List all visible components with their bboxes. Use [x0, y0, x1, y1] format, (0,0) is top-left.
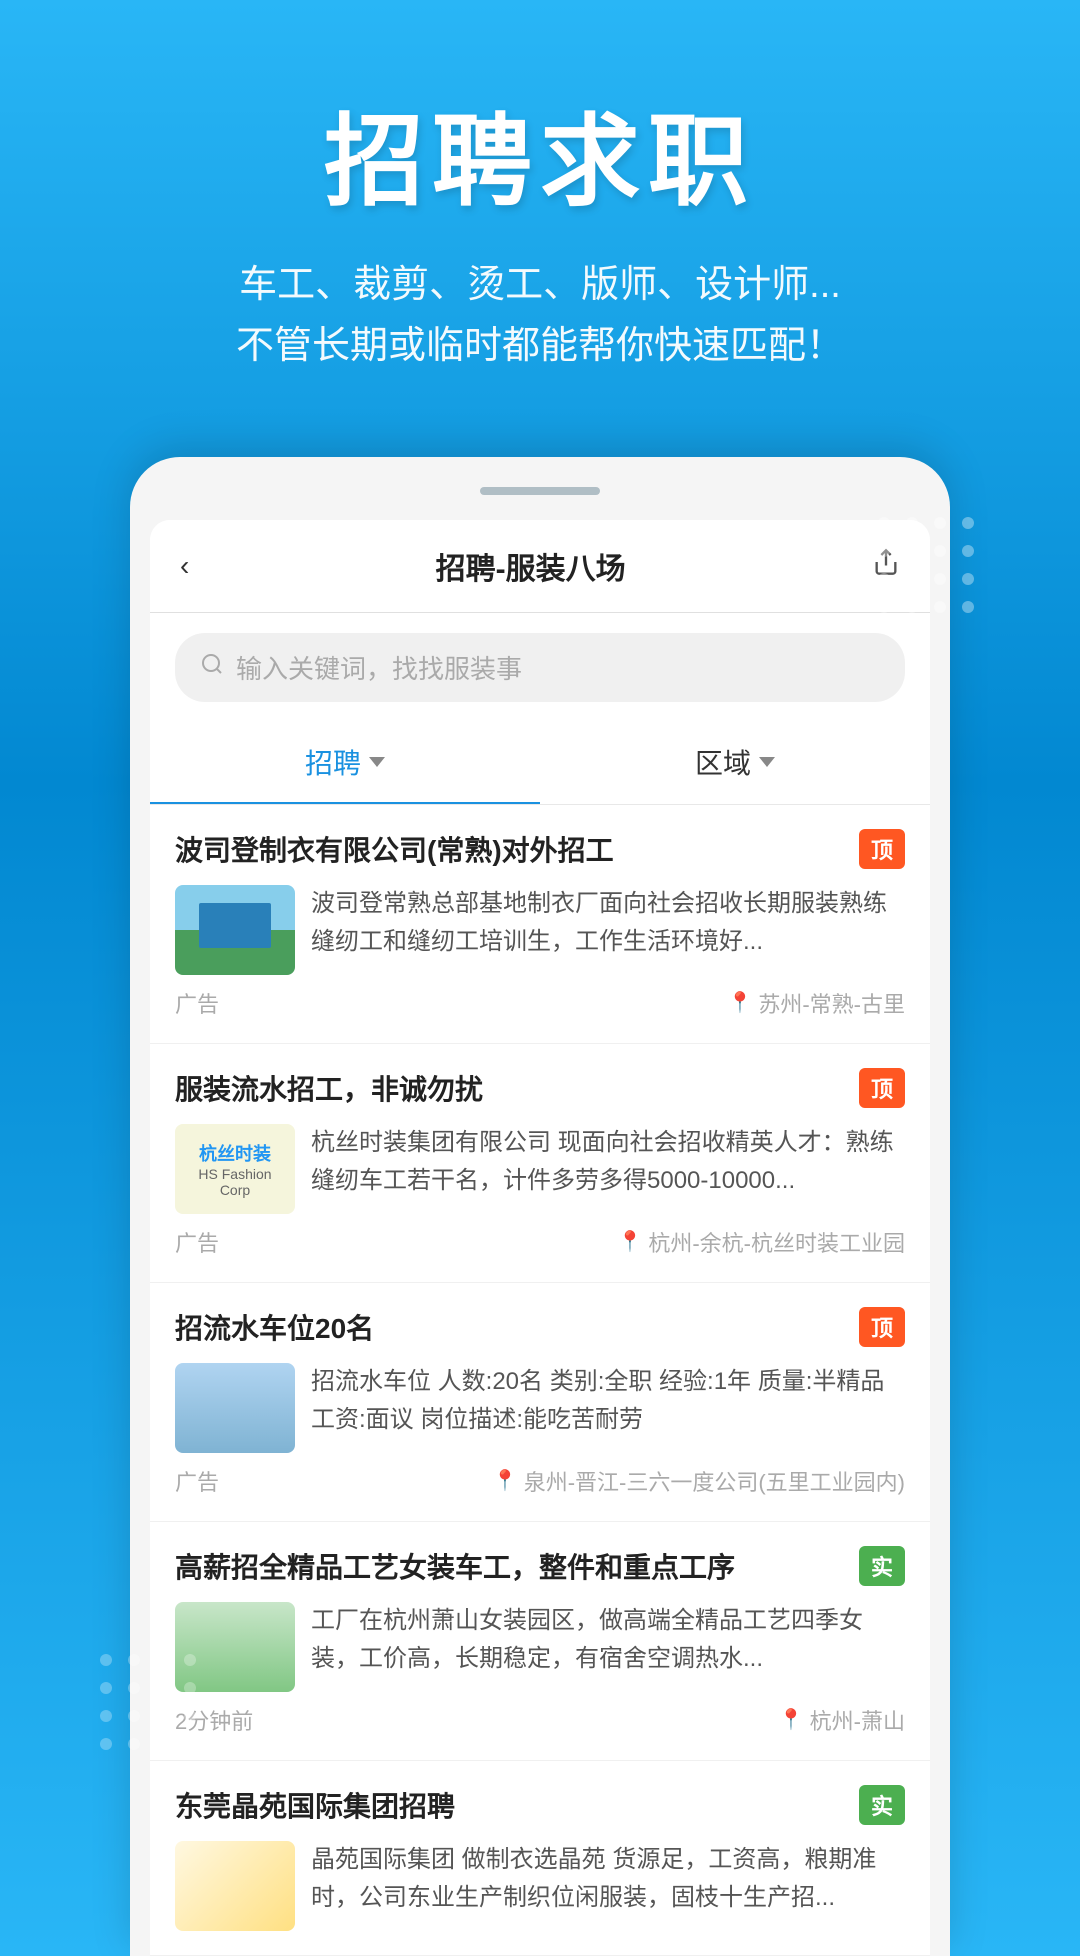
- decorative-dots-right: [878, 517, 980, 619]
- job-image: [175, 885, 295, 975]
- job-location: 📍 苏州-常熟-古里: [727, 987, 905, 1019]
- list-item[interactable]: 高薪招全精品工艺女装车工，整件和重点工序 实 工厂在杭州萧山女装园区，做高端全精…: [150, 1522, 930, 1761]
- job-location: 📍 泉州-晋江-三六一度公司(五里工业园内): [493, 1465, 905, 1497]
- tab-region-label: 区域: [695, 742, 751, 782]
- hero-subtitle-line2: 不管长期或临时都能帮你快速匹配！: [60, 316, 1020, 377]
- filter-tabs: 招聘 区域: [150, 722, 930, 805]
- job-card-header: 服装流水招工，非诚勿扰 顶: [175, 1068, 905, 1108]
- location-text: 泉州-晋江-三六一度公司(五里工业园内): [524, 1465, 905, 1497]
- job-body: 杭丝时装 HS Fashion Corp 杭丝时装集团有限公司 现面向社会招收精…: [175, 1124, 905, 1214]
- job-location: 📍 杭州-余杭-杭丝时装工业园: [617, 1226, 905, 1258]
- list-item[interactable]: 服装流水招工，非诚勿扰 顶 杭丝时装 HS Fashion Corp 杭丝时装集…: [150, 1044, 930, 1283]
- screen-header: ‹ 招聘-服装八场: [150, 520, 930, 613]
- top-badge: 顶: [859, 829, 905, 869]
- job-description: 工厂在杭州萧山女装园区，做高端全精品工艺四季女装，工价高，长期稳定，有宿舍空调热…: [311, 1602, 905, 1679]
- top-badge: 顶: [859, 1068, 905, 1108]
- app-screen: ‹ 招聘-服装八场 输入关键词，找找服装事: [150, 520, 930, 1956]
- job-footer: 广告 📍 泉州-晋江-三六一度公司(五里工业园内): [175, 1465, 905, 1497]
- location-icon: 📍: [493, 1468, 518, 1493]
- location-text: 杭州-余杭-杭丝时装工业园: [648, 1226, 905, 1258]
- job-card-header: 招流水车位20名 顶: [175, 1307, 905, 1347]
- chevron-down-icon: [759, 757, 775, 767]
- location-icon: 📍: [727, 990, 752, 1015]
- job-card-header: 波司登制衣有限公司(常熟)对外招工 顶: [175, 829, 905, 869]
- back-button[interactable]: ‹: [180, 550, 189, 582]
- list-item[interactable]: 招流水车位20名 顶 招流水车位 人数:20名 类别:全职 经验:1年 质量:半…: [150, 1283, 930, 1522]
- hero-subtitle-line1: 车工、裁剪、烫工、版师、设计师...: [60, 255, 1020, 316]
- job-title: 招流水车位20名: [175, 1307, 849, 1347]
- tab-region[interactable]: 区域: [540, 722, 930, 804]
- ad-label: 广告: [175, 1465, 219, 1497]
- screen-title: 招聘-服装八场: [436, 544, 626, 588]
- hero-section: 招聘求职 车工、裁剪、烫工、版师、设计师... 不管长期或临时都能帮你快速匹配！: [0, 0, 1080, 417]
- location-icon: 📍: [617, 1229, 642, 1254]
- search-placeholder: 输入关键词，找找服装事: [236, 649, 522, 686]
- job-footer: 广告 📍 苏州-常熟-古里: [175, 987, 905, 1019]
- job-description: 波司登常熟总部基地制衣厂面向社会招收长期服装熟练缝纫工和缝纫工培训生，工作生活环…: [311, 885, 905, 962]
- brand-text: 杭丝时装: [183, 1140, 287, 1166]
- job-body: 工厂在杭州萧山女装园区，做高端全精品工艺四季女装，工价高，长期稳定，有宿舍空调热…: [175, 1602, 905, 1692]
- brand-subtext: HS Fashion Corp: [183, 1166, 287, 1198]
- search-icon: [200, 652, 224, 683]
- job-image: [175, 1841, 295, 1931]
- search-bar[interactable]: 输入关键词，找找服装事: [175, 633, 905, 702]
- location-text: 杭州-萧山: [810, 1704, 905, 1736]
- location-text: 苏州-常熟-古里: [758, 987, 905, 1019]
- chevron-down-icon: [369, 757, 385, 767]
- job-card-header: 高薪招全精品工艺女装车工，整件和重点工序 实: [175, 1546, 905, 1586]
- hero-subtitle: 车工、裁剪、烫工、版师、设计师... 不管长期或临时都能帮你快速匹配！: [60, 255, 1020, 377]
- job-card-header: 东莞晶苑国际集团招聘 实: [175, 1785, 905, 1825]
- job-description: 晶苑国际集团 做制衣选晶苑 货源足，工资高，粮期准时，公司东业生产制织位闲服装，…: [311, 1841, 905, 1918]
- job-title: 波司登制衣有限公司(常熟)对外招工: [175, 829, 849, 869]
- job-location: 📍 杭州-萧山: [779, 1704, 905, 1736]
- tab-recruit[interactable]: 招聘: [150, 722, 540, 804]
- phone-mockup: ‹ 招聘-服装八场 输入关键词，找找服装事: [130, 457, 950, 1956]
- list-item[interactable]: 东莞晶苑国际集团招聘 实 晶苑国际集团 做制衣选晶苑 货源足，工资高，粮期准时，…: [150, 1761, 930, 1956]
- real-badge: 实: [859, 1785, 905, 1825]
- job-description: 招流水车位 人数:20名 类别:全职 经验:1年 质量:半精品 工资:面议 岗位…: [311, 1363, 905, 1440]
- job-image: 杭丝时装 HS Fashion Corp: [175, 1124, 295, 1214]
- job-description: 杭丝时装集团有限公司 现面向社会招收精英人才：熟练缝纫车工若干名，计件多劳多得5…: [311, 1124, 905, 1201]
- tab-recruit-label: 招聘: [305, 742, 361, 782]
- ad-label: 广告: [175, 987, 219, 1019]
- job-list: 波司登制衣有限公司(常熟)对外招工 顶 波司登常熟总部基地制衣厂面向社会招收长期…: [150, 805, 930, 1956]
- hero-title: 招聘求职: [60, 80, 1020, 225]
- job-body: 波司登常熟总部基地制衣厂面向社会招收长期服装熟练缝纫工和缝纫工培训生，工作生活环…: [175, 885, 905, 975]
- job-title: 服装流水招工，非诚勿扰: [175, 1068, 849, 1108]
- decorative-dots-left: [100, 1654, 202, 1756]
- list-item[interactable]: 波司登制衣有限公司(常熟)对外招工 顶 波司登常熟总部基地制衣厂面向社会招收长期…: [150, 805, 930, 1044]
- job-image: [175, 1363, 295, 1453]
- job-body: 晶苑国际集团 做制衣选晶苑 货源足，工资高，粮期准时，公司东业生产制织位闲服装，…: [175, 1841, 905, 1931]
- job-footer: 2分钟前 📍 杭州-萧山: [175, 1704, 905, 1736]
- ad-label: 广告: [175, 1226, 219, 1258]
- location-icon: 📍: [779, 1707, 804, 1732]
- real-badge: 实: [859, 1546, 905, 1586]
- job-title: 高薪招全精品工艺女装车工，整件和重点工序: [175, 1546, 849, 1586]
- job-body: 招流水车位 人数:20名 类别:全职 经验:1年 质量:半精品 工资:面议 岗位…: [175, 1363, 905, 1453]
- job-footer: 广告 📍 杭州-余杭-杭丝时装工业园: [175, 1226, 905, 1258]
- phone-handle: [480, 487, 600, 495]
- top-badge: 顶: [859, 1307, 905, 1347]
- job-title: 东莞晶苑国际集团招聘: [175, 1785, 849, 1825]
